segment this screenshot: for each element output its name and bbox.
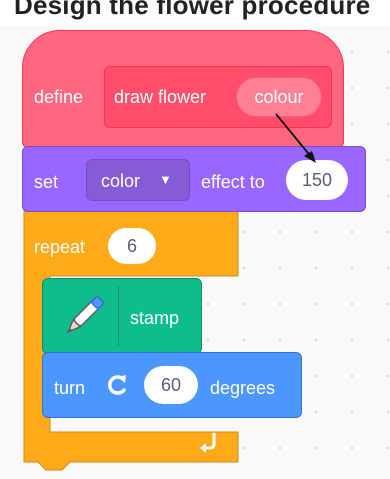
loop-arrow-icon (200, 432, 216, 453)
repeat-count: 6 (126, 236, 137, 256)
stamp-label: stamp (130, 308, 180, 328)
chevron-down-icon: ▼ (159, 172, 172, 187)
turn-degrees-value: 60 (160, 375, 182, 395)
repeat-count-input[interactable]: 6 (108, 228, 156, 264)
procedure-name: draw flower (114, 87, 207, 107)
effect-dropdown-value: color (101, 171, 141, 191)
effect-value-input[interactable]: 150 (286, 160, 348, 200)
effect-value: 150 (301, 170, 333, 190)
turn-keyword: turn (54, 378, 86, 398)
set-keyword: set (34, 172, 59, 192)
colour-parameter-label: colour (254, 87, 304, 107)
repeat-keyword: repeat (34, 237, 86, 257)
colour-parameter[interactable]: colour (236, 77, 322, 117)
rotate-clockwise-icon (108, 375, 126, 395)
turn-degrees-input[interactable]: 60 (144, 366, 198, 404)
effect-to-label: effect to (201, 172, 265, 192)
degrees-label: degrees (210, 378, 276, 398)
effect-dropdown[interactable]: color ▼ (86, 159, 190, 201)
pen-icon (66, 296, 104, 334)
define-keyword: define (34, 87, 84, 107)
